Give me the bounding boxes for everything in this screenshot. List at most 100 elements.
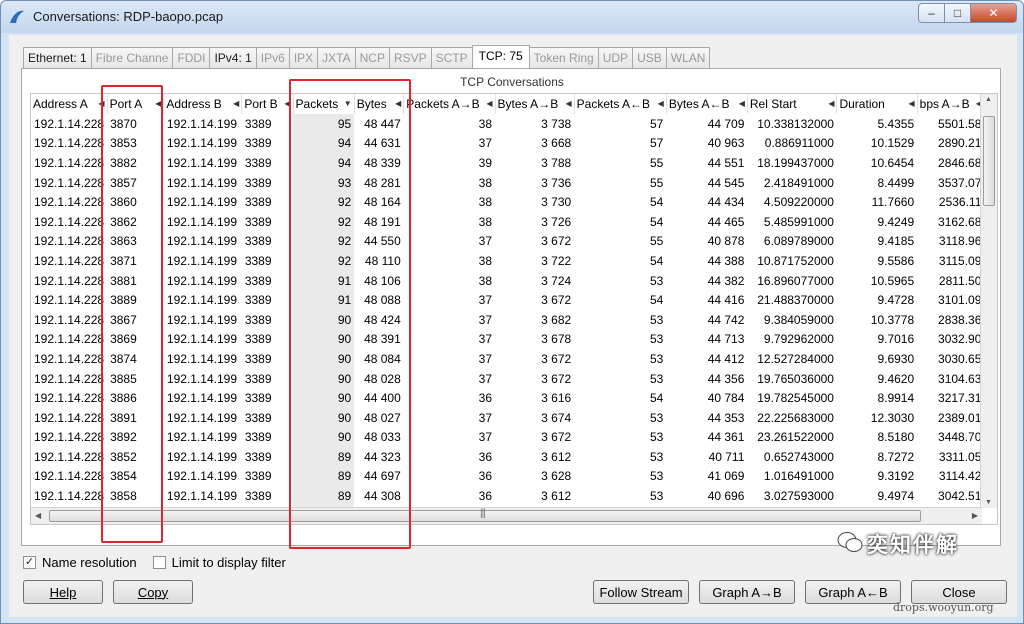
column-header[interactable]: Address B ◀ bbox=[163, 94, 243, 114]
vertical-scroll-thumb[interactable] bbox=[983, 116, 995, 206]
column-header-label: Packets bbox=[295, 97, 339, 111]
table-cell: 90 bbox=[293, 407, 355, 428]
scroll-left-icon[interactable]: ◀ bbox=[35, 511, 41, 520]
table-cell: 3389 bbox=[244, 489, 272, 504]
table-cell: 90 bbox=[293, 427, 355, 448]
column-header[interactable]: Duration ◀ bbox=[836, 94, 918, 114]
table-cell: 3115.09 bbox=[938, 253, 982, 268]
table-cell: 4.509220000 bbox=[763, 195, 834, 210]
column-header[interactable]: Bytes ◀ bbox=[354, 94, 405, 114]
name-resolution-checkbox[interactable]: ✓ bbox=[23, 556, 36, 569]
table-cell: 93 bbox=[293, 172, 355, 193]
limit-filter-option[interactable]: Limit to display filter bbox=[152, 555, 286, 570]
horizontal-scrollbar[interactable]: ◀ ||| ▶ bbox=[31, 507, 982, 524]
column-header[interactable]: bps A→B ◀ bbox=[917, 94, 985, 114]
table-row[interactable]: 192.1.14.228 3871 192.1.14.199 3389 92 48 110… bbox=[31, 251, 997, 271]
table-row[interactable]: 192.1.14.228 3886 192.1.14.199 3389 90 44 400… bbox=[31, 388, 997, 408]
title-bar[interactable]: Conversations: RDP-baopo.pcap – □ ✕ bbox=[1, 1, 1023, 33]
table-row[interactable]: 192.1.14.228 3854 192.1.14.199 3389 89 44 697… bbox=[31, 466, 997, 487]
wechat-logo-icon bbox=[837, 532, 863, 552]
table-cell: 53 bbox=[649, 371, 664, 386]
column-header[interactable]: Packets A→B ◀ bbox=[403, 94, 496, 114]
table-cell: 90 bbox=[293, 309, 355, 330]
tab-wlan[interactable]: WLAN bbox=[665, 47, 711, 68]
minimize-button[interactable]: – bbox=[918, 3, 945, 23]
scroll-up-icon[interactable]: ▲ bbox=[985, 96, 992, 103]
table-cell: 48 110 bbox=[364, 253, 401, 268]
table-cell: 192.1.14.199 bbox=[166, 253, 237, 268]
table-row[interactable]: 192.1.14.228 3892 192.1.14.199 3389 90 48 033… bbox=[31, 427, 997, 448]
column-header-label: bps A→B bbox=[919, 97, 970, 111]
table-cell: 53 bbox=[649, 351, 664, 366]
column-header[interactable]: Packets ▼ bbox=[293, 94, 355, 114]
table-row[interactable]: 192.1.14.228 3867 192.1.14.199 3389 90 48 424… bbox=[31, 309, 997, 330]
table-row[interactable]: 192.1.14.228 3860 192.1.14.199 3389 92 48 164… bbox=[31, 192, 997, 212]
table-row[interactable]: 192.1.14.228 3891 192.1.14.199 3389 90 48 027… bbox=[31, 407, 997, 428]
table-row[interactable]: 192.1.14.228 3857 192.1.14.199 3389 93 48 281… bbox=[31, 172, 997, 193]
table-row[interactable]: 192.1.14.228 3882 192.1.14.199 3389 94 48 339… bbox=[31, 153, 997, 173]
column-header-label: Packets A←B bbox=[576, 97, 651, 111]
table-cell: 48 084 bbox=[364, 351, 401, 366]
table-row[interactable]: 192.1.14.228 3889 192.1.14.199 3389 91 48 088… bbox=[31, 290, 997, 310]
vertical-scrollbar[interactable]: ▲ ▼ bbox=[980, 94, 997, 508]
tab-sctp[interactable]: SCTP bbox=[430, 47, 473, 68]
tab-ipv6[interactable]: IPv6 bbox=[255, 47, 290, 68]
tab-ethernet[interactable]: Ethernet: 1 bbox=[23, 47, 92, 68]
tab-fibre-channel[interactable]: Fibre Channe bbox=[90, 47, 174, 68]
table-cell: 3389 bbox=[244, 351, 272, 366]
tab-ipv4[interactable]: IPv4: 1 bbox=[209, 47, 257, 68]
limit-filter-checkbox[interactable] bbox=[152, 556, 166, 569]
column-header[interactable]: Port B ◀ bbox=[241, 94, 294, 114]
column-header-label: Port A bbox=[109, 97, 143, 111]
scroll-down-icon[interactable]: ▼ bbox=[985, 499, 992, 506]
table-row[interactable]: 192.1.14.228 3858 192.1.14.199 3389 89 44 308… bbox=[31, 486, 997, 506]
table-cell: 37 bbox=[478, 136, 492, 151]
tab-rsvp[interactable]: RSVP bbox=[388, 47, 432, 68]
table-row[interactable]: 192.1.14.228 3863 192.1.14.199 3389 92 44 550… bbox=[31, 231, 997, 252]
table-row[interactable]: 192.1.14.228 3881 192.1.14.199 3389 91 48 106… bbox=[31, 270, 997, 291]
horizontal-scroll-thumb[interactable]: ||| bbox=[49, 508, 921, 522]
scroll-right-icon[interactable]: ▶ bbox=[972, 511, 978, 520]
sort-descending-icon: ▼ bbox=[343, 99, 352, 108]
tab-ipx[interactable]: IPX bbox=[288, 47, 319, 68]
help-button[interactable]: Help bbox=[23, 580, 103, 604]
column-header[interactable]: Rel Start ◀ bbox=[747, 94, 838, 114]
column-header[interactable]: Bytes A→B ◀ bbox=[495, 94, 575, 114]
table-cell: 9.4185 bbox=[877, 234, 915, 249]
column-header[interactable]: Port A ◀ bbox=[107, 94, 165, 114]
graph-a-to-b-button[interactable]: Graph A→B bbox=[699, 580, 795, 604]
column-header[interactable]: Address A ◀ bbox=[31, 94, 108, 114]
table-row[interactable]: 192.1.14.228 3874 192.1.14.199 3389 90 48 084… bbox=[31, 349, 997, 369]
table-cell: 55 bbox=[649, 175, 664, 190]
tab-ncp[interactable]: NCP bbox=[354, 47, 390, 68]
table-row[interactable]: 192.1.14.228 3885 192.1.14.199 3389 90 48 028… bbox=[31, 368, 997, 389]
graph-b-to-a-button[interactable]: Graph A←B bbox=[805, 580, 901, 604]
table-cell: 12.3030 bbox=[870, 410, 915, 425]
table-row[interactable]: 192.1.14.228 3853 192.1.14.199 3389 94 44 631… bbox=[31, 133, 997, 154]
close-window-button[interactable]: ✕ bbox=[971, 3, 1017, 23]
table-cell: 192.1.14.199 bbox=[166, 195, 237, 210]
column-header[interactable]: Bytes A←B ◀ bbox=[666, 94, 748, 114]
tab-usb[interactable]: USB bbox=[632, 47, 667, 68]
follow-stream-button[interactable]: Follow Stream bbox=[593, 580, 689, 604]
copy-button[interactable]: Copy bbox=[113, 580, 193, 604]
table-cell: 3389 bbox=[244, 430, 272, 445]
tab-udp[interactable]: UDP bbox=[597, 47, 634, 68]
table-cell: 44 388 bbox=[707, 253, 745, 268]
tab-token-ring[interactable]: Token Ring bbox=[528, 47, 599, 68]
tab-tcp[interactable]: TCP: 75 bbox=[471, 45, 530, 68]
table-row[interactable]: 192.1.14.228 3862 192.1.14.199 3389 92 48 191… bbox=[31, 211, 997, 232]
table-row[interactable]: 192.1.14.228 3870 192.1.14.199 3389 95 48 447… bbox=[31, 114, 997, 134]
column-header[interactable]: Packets A←B ◀ bbox=[574, 94, 667, 114]
table-cell: 11.7660 bbox=[871, 195, 915, 210]
tab-jxta[interactable]: JXTA bbox=[317, 47, 356, 68]
tab-fddi[interactable]: FDDI bbox=[172, 47, 211, 68]
name-resolution-option[interactable]: ✓ Name resolution bbox=[23, 555, 137, 570]
table-cell: 19.765036000 bbox=[757, 371, 834, 386]
table-cell: 92 bbox=[293, 251, 355, 271]
table-row[interactable]: 192.1.14.228 3869 192.1.14.199 3389 90 48 391… bbox=[31, 329, 997, 350]
maximize-button[interactable]: □ bbox=[945, 3, 971, 23]
table-row[interactable]: 192.1.14.228 3852 192.1.14.199 3389 89 44 323… bbox=[31, 447, 997, 467]
table-cell: 10.5965 bbox=[870, 273, 915, 288]
table-cell: 192.1.14.199 bbox=[166, 175, 237, 190]
